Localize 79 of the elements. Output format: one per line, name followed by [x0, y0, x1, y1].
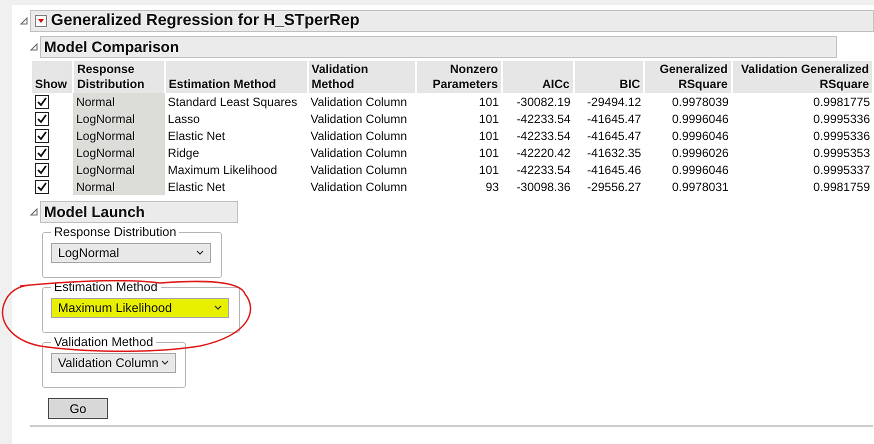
- table-cell: Ridge: [164, 144, 308, 161]
- table-cell: Maximum Likelihood: [164, 161, 308, 178]
- table-cell-text: -42220.42: [516, 144, 572, 161]
- column-header: Show: [32, 61, 74, 93]
- table-cell-text: 93: [484, 178, 500, 195]
- column-header: Estimation Method: [164, 61, 308, 93]
- group-label: Validation Method: [53, 335, 154, 349]
- table-cell-text: 0.9996026: [670, 144, 730, 161]
- table-cell-text: 101: [478, 162, 500, 178]
- table-cell-text: 101: [478, 128, 500, 144]
- dropdown[interactable]: Validation Column: [51, 353, 176, 373]
- table-cell-text: -29556.27: [586, 178, 642, 195]
- report-title: Generalized Regression for H_STperRep: [51, 12, 360, 30]
- show-checkbox[interactable]: [35, 180, 49, 194]
- show-checkbox[interactable]: [35, 94, 49, 108]
- column-header: Nonzero Parameters: [416, 61, 502, 93]
- table-cell-text: 0.9995337: [812, 162, 871, 178]
- show-checkbox[interactable]: [35, 112, 49, 126]
- table-cell-text: 0.9995336: [812, 110, 871, 127]
- table-cell-text: -41645.47: [586, 110, 642, 127]
- section-header: Model Launch: [40, 201, 238, 223]
- table-cell-text: -42233.54: [516, 162, 572, 178]
- table-cell-text: Validation Column: [310, 110, 408, 127]
- table-cell-text: Validation Column: [310, 144, 408, 161]
- caret-icon: [214, 305, 222, 311]
- column-header: Response Distribution: [73, 61, 165, 93]
- show-checkbox[interactable]: [35, 162, 49, 176]
- table-cell-text: -41645.47: [586, 128, 642, 144]
- table-cell-text: 101: [478, 110, 500, 127]
- table-cell-text: 0.9996046: [670, 110, 730, 127]
- table-cell-text: 101: [478, 144, 500, 161]
- table-cell: 0.9978039: [644, 93, 732, 110]
- dropdown[interactable]: Maximum Likelihood: [51, 298, 229, 318]
- table-cell-text: -41632.35: [586, 144, 642, 161]
- table-cell-text: 0.9995336: [812, 128, 871, 144]
- table-cell: -29494.12: [574, 93, 644, 110]
- table-cell: -30082.19: [502, 93, 574, 110]
- column-header: Validation Generalized RSquare: [732, 61, 873, 93]
- go-button[interactable]: Go: [48, 398, 108, 419]
- table-cell: Elastic Net: [164, 178, 308, 195]
- table-cell-text: Validation Column: [310, 162, 408, 178]
- group-label: Response Distribution: [53, 225, 178, 239]
- column-header: BIC: [574, 61, 644, 93]
- table-cell: LogNormal: [73, 161, 165, 178]
- dropdown[interactable]: LogNormal: [51, 243, 211, 263]
- table-cell: Elastic Net: [164, 127, 308, 144]
- section-header: Model Comparison: [40, 36, 837, 58]
- column-header: AICc: [502, 61, 574, 93]
- show-checkbox[interactable]: [35, 128, 49, 142]
- table-cell: Lasso: [164, 110, 308, 127]
- table-cell-text: 0.9995353: [812, 144, 871, 161]
- table-cell: LogNormal: [73, 110, 165, 127]
- table-cell: Validation Column: [308, 93, 416, 110]
- column-header: Generalized RSquare: [644, 61, 732, 93]
- table-cell: Normal: [73, 93, 165, 110]
- table-cell-text: -41645.46: [586, 162, 642, 178]
- table-cell: Standard Least Squares: [164, 93, 308, 110]
- table-cell-text: Validation Column: [310, 128, 408, 144]
- table-cell-text: Validation Column: [310, 178, 408, 195]
- caret-icon: [196, 250, 204, 256]
- table-cell: LogNormal: [73, 127, 165, 144]
- table-cell-text: 0.9978031: [670, 178, 730, 195]
- column-header: Validation Method: [308, 61, 416, 93]
- group-label: Estimation Method: [53, 280, 159, 294]
- table-cell-text: 0.9996046: [670, 128, 730, 144]
- table-cell: 0.9981775: [732, 93, 873, 110]
- table-cell: Normal: [73, 178, 165, 195]
- table-cell-text: -30098.36: [516, 178, 572, 195]
- table-cell: LogNormal: [73, 144, 165, 161]
- table-cell-text: 0.9996046: [670, 162, 730, 178]
- caret-icon: [161, 360, 169, 366]
- show-checkbox[interactable]: [35, 146, 49, 160]
- table-cell-text: -42233.54: [516, 128, 572, 144]
- disclosure-icon[interactable]: [20, 17, 28, 25]
- table-cell-text: -42233.54: [516, 110, 572, 127]
- disclosure-icon[interactable]: [30, 43, 38, 51]
- table-cell: 101: [416, 93, 502, 110]
- disclosure-icon[interactable]: [30, 208, 38, 216]
- table-cell-text: 0.9981759: [812, 178, 871, 195]
